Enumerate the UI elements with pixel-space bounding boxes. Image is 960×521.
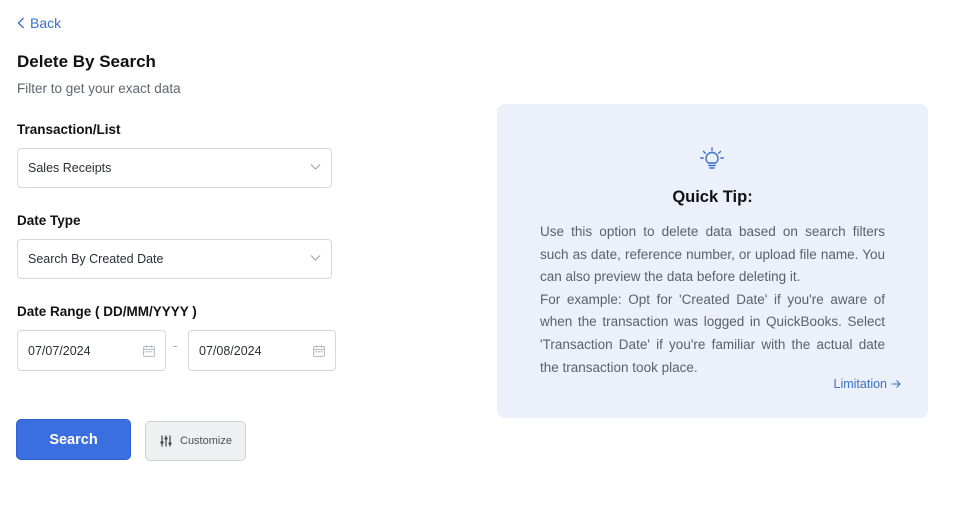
- limitation-link[interactable]: Limitation: [834, 377, 902, 391]
- transaction-list-label: Transaction/List: [17, 122, 121, 137]
- customize-button[interactable]: Customize: [145, 421, 246, 461]
- back-label: Back: [30, 15, 62, 31]
- date-type-label: Date Type: [17, 213, 81, 228]
- sliders-icon: [160, 435, 172, 447]
- date-type-value: Search By Created Date: [28, 252, 164, 266]
- quick-tip-panel: Quick Tip: Use this option to delete dat…: [497, 104, 928, 418]
- date-from-input[interactable]: 07/07/2024: [17, 330, 166, 371]
- quick-tip-paragraph: For example: Opt for 'Created Date' if y…: [540, 291, 885, 375]
- customize-label: Customize: [180, 435, 232, 447]
- calendar-icon: [143, 345, 155, 357]
- chevron-left-icon: [17, 17, 24, 29]
- calendar-icon: [313, 345, 325, 357]
- date-to-value: 07/08/2024: [199, 343, 262, 358]
- chevron-down-icon: [310, 164, 321, 170]
- back-link[interactable]: Back: [17, 15, 61, 31]
- date-to-input[interactable]: 07/08/2024: [188, 330, 336, 371]
- chevron-down-icon: [310, 255, 321, 261]
- quick-tip-paragraph: Use this option to delete data based on …: [540, 224, 885, 285]
- quick-tip-title: Quick Tip:: [672, 188, 753, 206]
- transaction-list-value: Sales Receipts: [28, 161, 112, 175]
- transaction-list-select[interactable]: Sales Receipts: [17, 148, 332, 188]
- date-from-value: 07/07/2024: [28, 343, 91, 358]
- page-title: Delete By Search: [17, 52, 156, 71]
- limitation-label: Limitation: [833, 377, 888, 391]
- quick-tip-body: Use this option to delete data based on …: [540, 221, 885, 379]
- page-subtitle: Filter to get your exact data: [17, 81, 181, 96]
- date-range-separator: -: [173, 338, 178, 353]
- arrow-right-icon: [891, 380, 901, 388]
- date-range-label: Date Range ( DD/MM/YYYY ): [17, 304, 197, 319]
- date-type-select[interactable]: Search By Created Date: [17, 239, 332, 279]
- search-button[interactable]: Search: [16, 419, 131, 460]
- lightbulb-icon: [700, 147, 724, 169]
